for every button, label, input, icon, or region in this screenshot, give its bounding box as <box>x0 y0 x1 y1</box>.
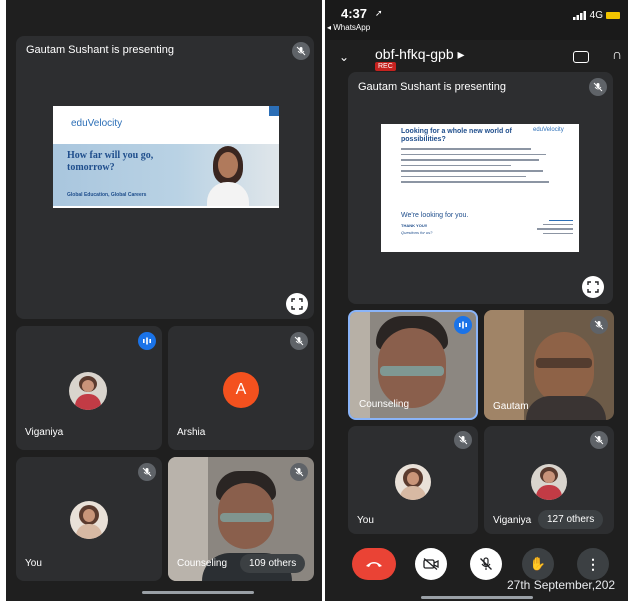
meeting-code[interactable]: obf-hfkq-gpb ▸ <box>375 46 465 63</box>
slide-question: Looking for a whole new world of possibi… <box>401 128 512 143</box>
more-options-button[interactable]: ⋮ <box>577 548 609 580</box>
participant-tile-counseling[interactable]: Counseling <box>348 310 478 420</box>
slide-tagline: We're looking for you. <box>401 212 469 219</box>
slide-headline: How far will you go, tomorrow? <box>67 150 154 173</box>
slide-bullets <box>401 148 551 183</box>
hand-icon: ✋ <box>529 556 547 571</box>
collapse-chevron-icon[interactable]: ⌄ <box>339 50 349 64</box>
status-indicators: 4G <box>572 10 620 21</box>
avatar <box>70 501 108 539</box>
mic-off-icon <box>589 78 607 96</box>
switch-camera-icon[interactable] <box>573 51 589 63</box>
back-to-whatsapp[interactable]: ◂ WhatsApp <box>327 23 370 32</box>
presentation-tile[interactable]: Gautam Sushant is presenting eduVelocity… <box>348 72 613 304</box>
camera-toggle-button[interactable] <box>415 548 447 580</box>
slide-contact-lines <box>531 220 573 237</box>
participant-name: Gautam <box>493 401 529 412</box>
mic-off-icon <box>290 463 308 481</box>
participant-name: Viganiya <box>25 427 64 438</box>
avatar <box>531 464 567 500</box>
mic-off-icon <box>454 431 472 449</box>
mic-off-icon <box>590 316 608 334</box>
mic-off-icon <box>480 557 492 570</box>
network-type: 4G <box>589 10 603 21</box>
hang-up-icon <box>366 562 382 567</box>
avatar-initial: A <box>223 372 259 408</box>
recording-badge: REC <box>375 62 396 71</box>
home-indicator <box>142 591 254 594</box>
participant-tile-you[interactable]: You <box>348 426 478 534</box>
audio-output-icon[interactable]: ∩ <box>612 46 622 62</box>
slide-brand: eduVelocity <box>71 118 123 129</box>
right-meet-screen: 4:37 ➚ ◂ WhatsApp 4G ⌄ obf-hfkq-gpb ▸ RE… <box>325 0 628 601</box>
signal-icon <box>572 11 586 20</box>
participant-tile-you[interactable]: You <box>16 457 162 581</box>
camera-off-icon <box>423 558 439 570</box>
avatar <box>69 372 107 410</box>
presenting-label: Gautam Sushant is presenting <box>26 44 174 56</box>
participant-tile-counseling[interactable]: Counseling 109 others <box>168 457 314 581</box>
mic-off-icon <box>292 42 310 60</box>
participant-name: You <box>25 558 42 569</box>
participant-tile-viganiya[interactable]: Viganiya 127 others <box>484 426 614 534</box>
fullscreen-icon[interactable] <box>286 293 308 315</box>
speaking-indicator-icon <box>454 316 472 334</box>
date-stamp: 27th September,202 <box>507 578 616 592</box>
slide-model-photo <box>203 144 253 206</box>
participant-name: Counseling <box>359 399 410 410</box>
others-count-badge[interactable]: 109 others <box>240 554 306 573</box>
presenting-label: Gautam Sushant is presenting <box>358 81 506 93</box>
avatar-letter: A <box>235 381 247 398</box>
mic-off-icon <box>590 431 608 449</box>
left-meet-screen: Gautam Sushant is presenting eduVelocity… <box>6 0 322 601</box>
participant-tile-gautam[interactable]: Gautam <box>484 310 614 420</box>
more-vertical-icon: ⋮ <box>586 555 600 572</box>
others-count-badge[interactable]: 127 others <box>538 510 604 529</box>
presentation-tile[interactable]: Gautam Sushant is presenting eduVelocity… <box>16 36 314 319</box>
shared-slide: eduVelocity How far will you go, tomorro… <box>53 106 279 208</box>
participant-name: Counseling <box>177 558 228 569</box>
shared-slide: eduVelocity Looking for a whole new worl… <box>381 124 579 252</box>
participant-name: You <box>357 515 374 526</box>
slide-thanks: THANK YOU!! <box>401 223 428 228</box>
mic-toggle-button[interactable] <box>470 548 502 580</box>
raise-hand-button[interactable]: ✋ <box>522 548 554 580</box>
status-time: 4:37 <box>341 6 368 21</box>
participant-tile-arshia[interactable]: A Arshia <box>168 326 314 450</box>
location-icon: ➚ <box>375 8 383 18</box>
participant-tile-viganiya[interactable]: Viganiya <box>16 326 162 450</box>
slide-brand: eduVelocity <box>533 127 564 133</box>
home-indicator <box>421 596 533 599</box>
participant-name: Viganiya <box>493 515 532 526</box>
speaking-indicator-icon <box>138 332 156 350</box>
end-call-button[interactable] <box>352 548 396 580</box>
battery-icon <box>606 12 620 19</box>
slide-tagline: Global Education, Global Careers <box>67 192 147 198</box>
mic-off-icon <box>138 463 156 481</box>
avatar <box>395 464 431 500</box>
slide-questions: Questions for us? <box>401 230 433 235</box>
participant-name: Arshia <box>177 427 206 438</box>
mic-off-icon <box>290 332 308 350</box>
fullscreen-icon[interactable] <box>582 276 604 298</box>
